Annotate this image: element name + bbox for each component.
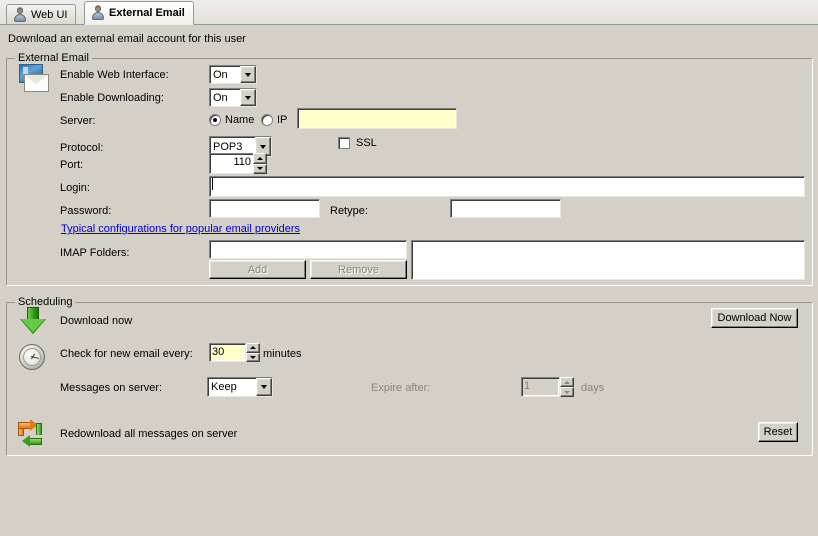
check-interval-input[interactable]: 30 <box>209 343 246 362</box>
chevron-down-icon[interactable] <box>256 378 272 396</box>
messages-on-server-value: Keep <box>211 380 256 394</box>
stepper-down-icon[interactable] <box>560 387 574 397</box>
check-interval-unit: minutes <box>263 348 302 360</box>
retype-password-input[interactable] <box>450 199 561 218</box>
imap-folders-label: IMAP Folders: <box>60 247 130 259</box>
port-label: Port: <box>60 159 83 171</box>
enable-downloading-label: Enable Downloading: <box>60 92 164 104</box>
server-ip-radio[interactable] <box>261 114 273 126</box>
tab-web-ui-label: Web UI <box>31 9 67 21</box>
login-input[interactable] <box>209 176 805 197</box>
expire-after-label: Expire after: <box>371 382 430 394</box>
server-name-radio[interactable] <box>209 114 221 126</box>
typical-configurations-link[interactable]: Typical configurations for popular email… <box>61 223 300 235</box>
download-now-label: Download now <box>60 315 132 327</box>
tab-web-ui[interactable]: Web UI <box>6 4 76 24</box>
tab-external-email[interactable]: External Email <box>84 1 194 25</box>
user-icon <box>91 6 105 20</box>
imap-folders-list[interactable] <box>411 240 805 280</box>
password-input[interactable] <box>209 199 320 218</box>
server-name-radio-label[interactable]: Name <box>225 114 254 126</box>
reset-button[interactable]: Reset <box>758 422 798 442</box>
enable-web-interface-select[interactable]: On <box>209 65 257 84</box>
chevron-down-icon[interactable] <box>240 89 256 106</box>
server-address-input[interactable] <box>297 108 457 129</box>
chevron-down-icon[interactable] <box>240 66 256 83</box>
add-imap-folder-button[interactable]: Add <box>209 260 306 279</box>
stepper-up-icon[interactable] <box>253 153 267 164</box>
server-label: Server: <box>60 115 95 127</box>
remove-button-label: Remove <box>338 264 379 276</box>
external-email-settings-window: Web UI External Email Download an extern… <box>0 0 818 536</box>
check-interval-value: 30 <box>212 345 243 359</box>
port-input[interactable]: 110 <box>209 153 254 174</box>
expire-after-unit: days <box>581 382 604 394</box>
check-interval-label: Check for new email every: <box>60 348 193 360</box>
enable-downloading-select[interactable]: On <box>209 88 257 107</box>
reset-button-label: Reset <box>764 426 793 438</box>
text-caret <box>212 178 213 190</box>
green-down-arrow-icon[interactable] <box>18 306 48 336</box>
ssl-checkbox[interactable] <box>338 137 350 149</box>
enable-web-interface-value: On <box>213 68 240 82</box>
retype-label: Retype: <box>330 205 368 217</box>
recycle-icon[interactable] <box>17 418 49 450</box>
password-label: Password: <box>60 205 111 217</box>
enable-downloading-value: On <box>213 91 240 105</box>
clock-icon <box>19 344 45 370</box>
login-label: Login: <box>60 182 90 194</box>
check-interval-stepper[interactable] <box>246 343 260 362</box>
external-email-legend: External Email <box>15 52 92 64</box>
stepper-down-icon[interactable] <box>253 164 267 175</box>
tab-external-email-label: External Email <box>109 7 185 19</box>
download-now-button[interactable]: Download Now <box>711 308 798 328</box>
protocol-value: POP3 <box>213 140 255 154</box>
tab-strip: Web UI External Email <box>0 0 818 25</box>
messages-on-server-select[interactable]: Keep <box>207 377 273 397</box>
download-now-button-label: Download Now <box>718 312 792 324</box>
port-stepper[interactable] <box>253 153 267 174</box>
redownload-label: Redownload all messages on server <box>60 428 237 440</box>
messages-on-server-label: Messages on server: <box>60 382 162 394</box>
port-value: 110 <box>212 155 251 169</box>
protocol-label: Protocol: <box>60 142 103 154</box>
stepper-up-icon[interactable] <box>560 377 574 387</box>
enable-web-interface-label: Enable Web Interface: <box>60 69 169 81</box>
remove-imap-folder-button[interactable]: Remove <box>310 260 407 279</box>
stepper-up-icon[interactable] <box>246 343 260 353</box>
add-button-label: Add <box>248 264 268 276</box>
email-monitor-icon <box>17 64 51 94</box>
ssl-label[interactable]: SSL <box>356 137 377 149</box>
expire-after-input[interactable]: 1 <box>521 377 560 397</box>
expire-after-value: 1 <box>524 379 557 393</box>
server-ip-radio-label[interactable]: IP <box>277 114 287 126</box>
imap-folder-input[interactable] <box>209 240 407 259</box>
stepper-down-icon[interactable] <box>246 353 260 363</box>
user-icon <box>13 8 27 22</box>
expire-after-stepper[interactable] <box>560 377 574 397</box>
page-subtitle: Download an external email account for t… <box>8 33 246 45</box>
